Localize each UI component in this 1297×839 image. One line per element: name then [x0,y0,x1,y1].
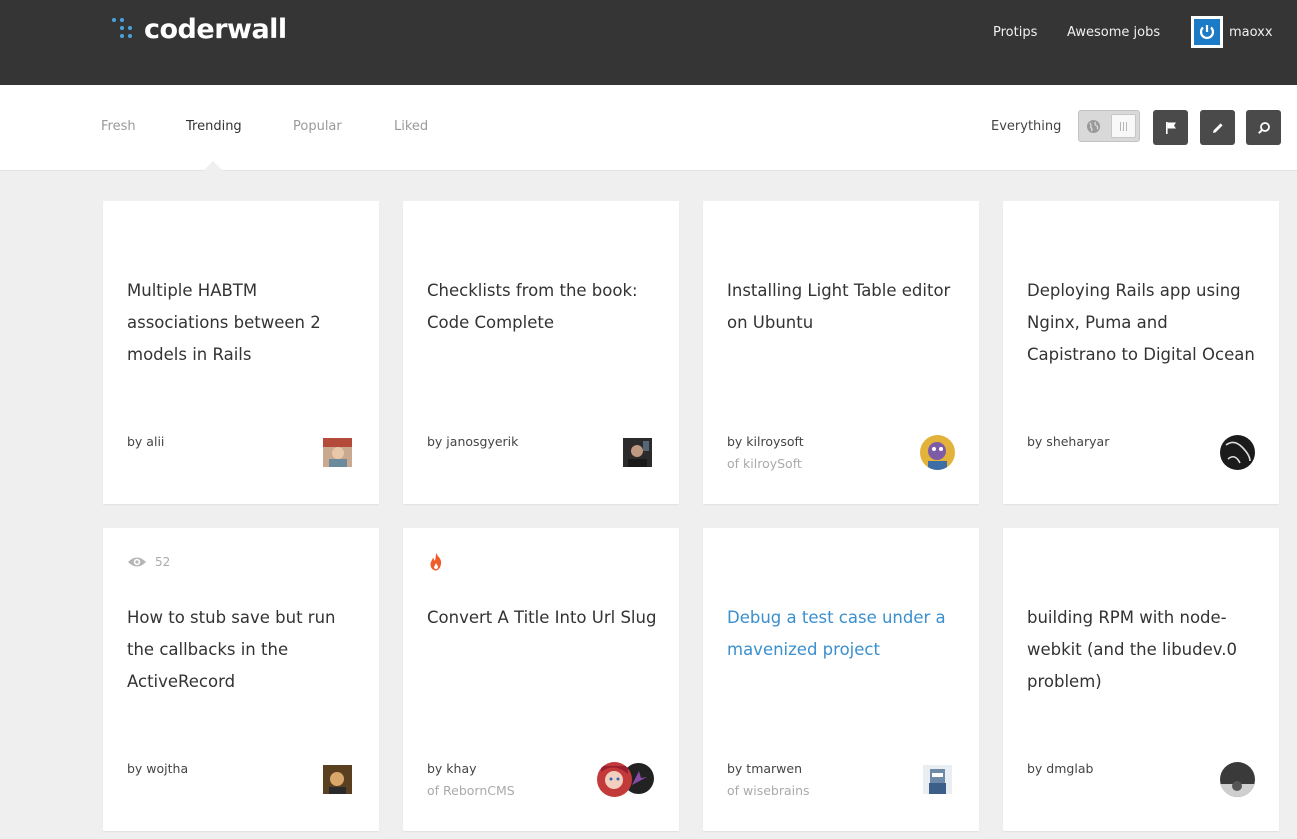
nav-protips[interactable]: Protips [993,24,1037,42]
filter-bar: Fresh Trending Popular Liked Everything [0,85,1297,171]
protip-card[interactable]: Convert A Title Into Url Slug by khay of… [403,528,679,831]
protip-title[interactable]: Checklists from the book: Code Complete [427,275,659,339]
protip-card[interactable]: 52 How to stub save but run the callback… [103,528,379,831]
globe-icon [1086,119,1101,134]
view-count-value: 52 [155,555,171,569]
protip-card[interactable]: Checklists from the book: Code Complete … [403,201,679,504]
toggle-knob[interactable] [1111,114,1136,138]
write-protip-button[interactable] [1200,110,1235,145]
protip-team[interactable]: of kilroySoft [727,455,802,473]
tab-fresh[interactable]: Fresh [101,118,136,136]
protip-author[interactable]: by kilroysoft [727,433,804,451]
protip-author[interactable]: by khay [427,760,477,778]
author-avatar[interactable] [323,438,352,467]
protip-team[interactable]: of wisebrains [727,782,810,800]
user-name[interactable]: maoxx [1229,24,1273,42]
protip-team[interactable]: of RebornCMS [427,782,515,800]
author-avatar[interactable] [597,762,632,797]
tab-liked[interactable]: Liked [394,118,428,136]
protip-author[interactable]: by wojtha [127,760,188,778]
coderwall-logo[interactable]: coderwall [110,13,287,45]
scope-label: Everything [991,119,1062,134]
protip-title[interactable]: Multiple HABTM associations between 2 mo… [127,275,359,371]
author-avatar[interactable] [323,765,352,794]
user-avatar[interactable] [1191,16,1223,48]
protip-author[interactable]: by janosgyerik [427,433,518,451]
active-tab-pointer [203,161,223,171]
protip-title[interactable]: How to stub save but run the callbacks i… [127,602,359,698]
search-button[interactable] [1246,110,1281,145]
author-avatar[interactable] [1220,435,1255,470]
pencil-icon [1212,122,1223,133]
author-avatar[interactable] [920,435,955,470]
protip-card[interactable]: Deploying Rails app using Nginx, Puma an… [1003,201,1279,504]
top-bar: coderwall Protips Awesome jobs maoxx [0,0,1297,85]
power-icon [1199,25,1215,39]
protip-author[interactable]: by sheharyar [1027,433,1109,451]
protip-card[interactable]: Installing Light Table editor on Ubuntu … [703,201,979,504]
protip-card[interactable]: Multiple HABTM associations between 2 mo… [103,201,379,504]
protip-author[interactable]: by alii [127,433,164,451]
flag-icon [1165,121,1176,134]
protip-title[interactable]: Convert A Title Into Url Slug [427,602,659,634]
protip-title[interactable]: Deploying Rails app using Nginx, Puma an… [1027,275,1259,371]
protip-title[interactable]: Installing Light Table editor on Ubuntu [727,275,959,339]
protip-title[interactable]: building RPM with node-webkit (and the l… [1027,602,1259,698]
author-avatar[interactable] [923,765,952,794]
protip-title[interactable]: Debug a test case under a mavenized proj… [727,602,959,666]
logo-dots-icon [110,16,136,42]
flame-icon [430,553,442,571]
search-icon [1257,121,1270,134]
eye-icon [128,557,146,567]
protip-card[interactable]: building RPM with node-webkit (and the l… [1003,528,1279,831]
scope-toggle[interactable] [1078,110,1140,142]
logo-text: coderwall [144,13,287,45]
view-count: 52 [127,555,170,569]
nav-awesome-jobs[interactable]: Awesome jobs [1067,24,1160,42]
author-avatar[interactable] [1220,762,1255,797]
protip-author[interactable]: by tmarwen [727,760,802,778]
protip-card[interactable]: Debug a test case under a mavenized proj… [703,528,979,831]
flag-button[interactable] [1153,110,1188,145]
tab-popular[interactable]: Popular [293,118,342,136]
tab-trending[interactable]: Trending [186,118,242,136]
author-avatar[interactable] [623,438,652,467]
protip-author[interactable]: by dmglab [1027,760,1093,778]
